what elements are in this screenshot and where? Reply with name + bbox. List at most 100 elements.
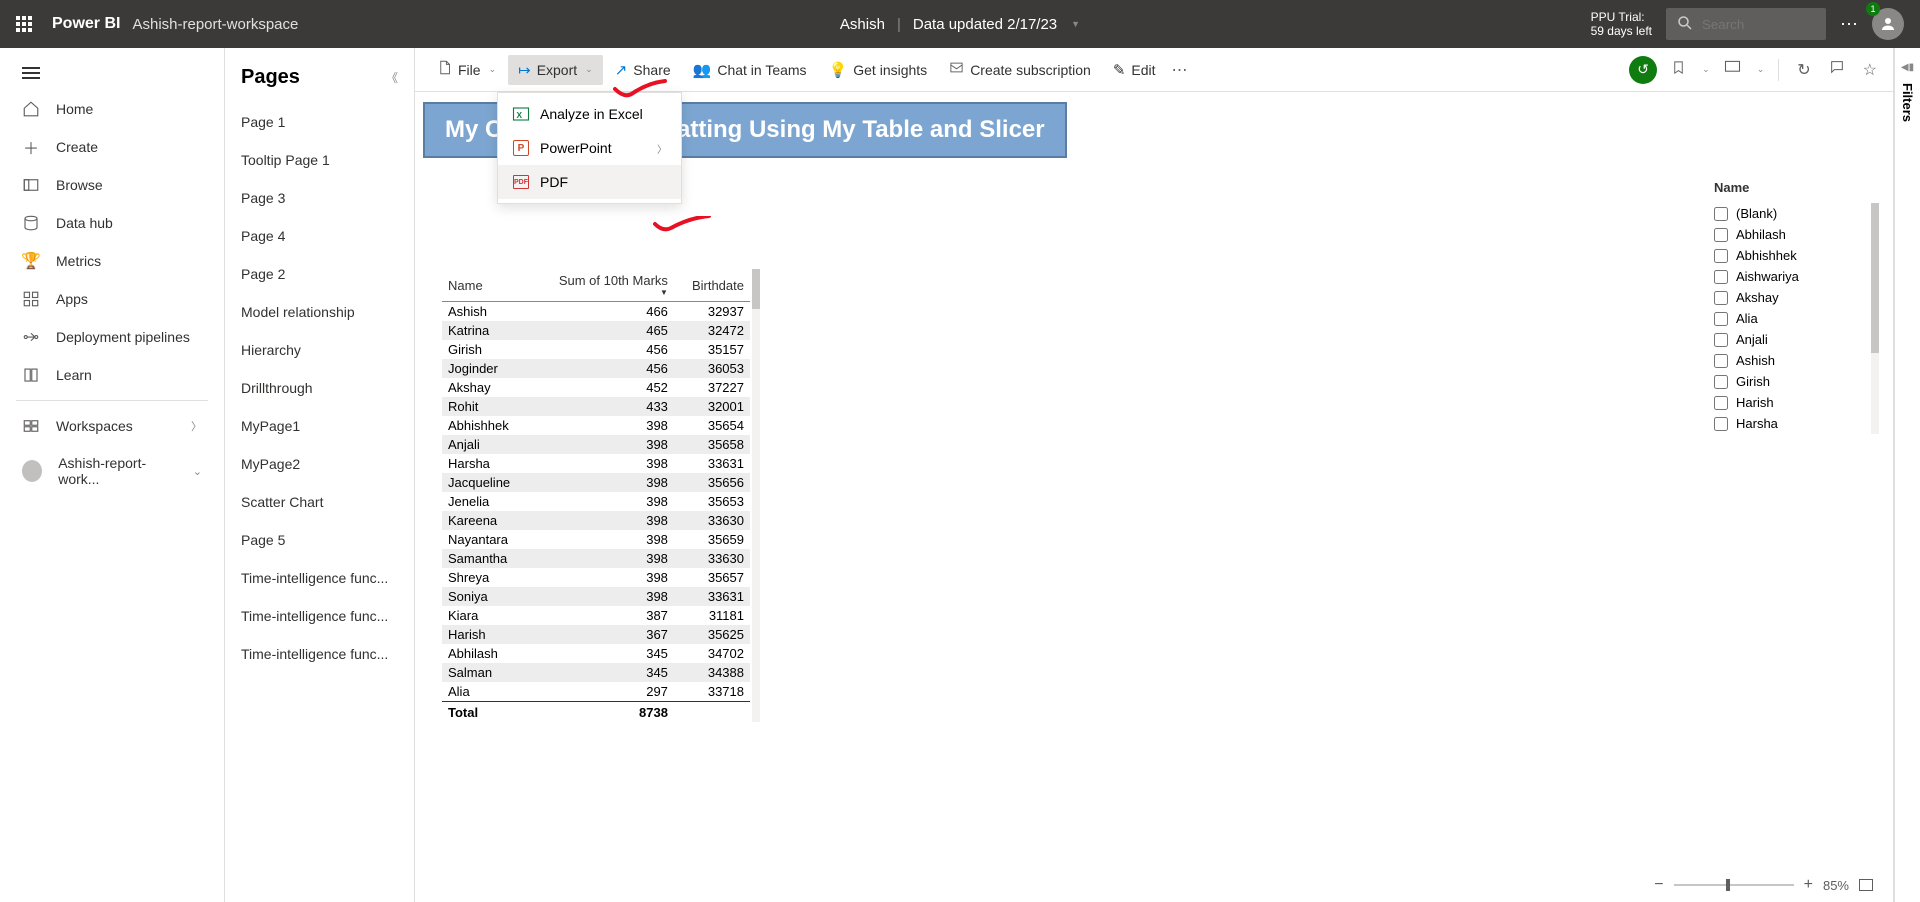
export-powerpoint-item[interactable]: P PowerPoint 〉 xyxy=(498,131,681,165)
table-row[interactable]: Kiara38731181 xyxy=(442,606,750,625)
table-row[interactable]: Soniya39833631 xyxy=(442,587,750,606)
slicer-checkbox[interactable] xyxy=(1714,333,1728,347)
slicer-item[interactable]: Alia xyxy=(1714,308,1869,329)
table-row[interactable]: Abhishhek39835654 xyxy=(442,416,750,435)
table-row[interactable]: Shreya39835657 xyxy=(442,568,750,587)
nav-apps[interactable]: Apps xyxy=(0,280,224,318)
nav-datahub[interactable]: Data hub xyxy=(0,204,224,242)
zoom-in-button[interactable]: + xyxy=(1804,876,1813,894)
page-item[interactable]: MyPage2 xyxy=(225,445,414,483)
table-row[interactable]: Jacqueline39835656 xyxy=(442,473,750,492)
slicer-checkbox[interactable] xyxy=(1714,396,1728,410)
table-row[interactable]: Nayantara39835659 xyxy=(442,530,750,549)
page-item[interactable]: Time-intelligence func... xyxy=(225,635,414,673)
table-row[interactable]: Girish45635157 xyxy=(442,340,750,359)
nav-create[interactable]: ＋Create xyxy=(0,128,224,166)
view-icon[interactable] xyxy=(1720,56,1745,83)
trial-info[interactable]: PPU Trial: 59 days left xyxy=(1591,10,1652,38)
more-options-icon[interactable]: ⋯ xyxy=(1168,56,1192,84)
slicer-checkbox[interactable] xyxy=(1714,291,1728,305)
zoom-out-button[interactable]: − xyxy=(1654,876,1663,894)
table-row[interactable]: Abhilash34534702 xyxy=(442,644,750,663)
page-item[interactable]: Scatter Chart xyxy=(225,483,414,521)
export-excel-item[interactable]: X Analyze in Excel xyxy=(498,97,681,131)
col-birthdate[interactable]: Birthdate xyxy=(674,269,750,302)
slicer-item[interactable]: Anjali xyxy=(1714,329,1869,350)
nav-browse[interactable]: Browse xyxy=(0,166,224,204)
slicer-checkbox[interactable] xyxy=(1714,249,1728,263)
table-row[interactable]: Alia29733718 xyxy=(442,682,750,702)
table-row[interactable]: Ashish46632937 xyxy=(442,302,750,322)
chevron-down-icon[interactable]: ▼ xyxy=(1071,19,1080,29)
slicer-item[interactable]: Ashish xyxy=(1714,350,1869,371)
page-item[interactable]: Page 2 xyxy=(225,255,414,293)
insights-button[interactable]: 💡Get insights xyxy=(819,55,938,85)
fit-page-icon[interactable] xyxy=(1859,879,1873,891)
name-slicer[interactable]: Name (Blank)AbhilashAbhishhekAishwariyaA… xyxy=(1714,180,1869,902)
collapse-pages-icon[interactable]: 《 xyxy=(386,69,398,86)
page-item[interactable]: MyPage1 xyxy=(225,407,414,445)
slicer-item[interactable]: Aishwariya xyxy=(1714,266,1869,287)
table-row[interactable]: Salman34534388 xyxy=(442,663,750,682)
slicer-item[interactable]: Akshay xyxy=(1714,287,1869,308)
slicer-scrollbar[interactable] xyxy=(1871,203,1879,434)
page-item[interactable]: Drillthrough xyxy=(225,369,414,407)
file-button[interactable]: File⌄ xyxy=(427,54,506,85)
col-sum[interactable]: Sum of 10th Marks▼ xyxy=(530,269,674,302)
page-item[interactable]: Tooltip Page 1 xyxy=(225,141,414,179)
slicer-checkbox[interactable] xyxy=(1714,354,1728,368)
table-row[interactable]: Kareena39833630 xyxy=(442,511,750,530)
slicer-checkbox[interactable] xyxy=(1714,417,1728,431)
col-name[interactable]: Name xyxy=(442,269,530,302)
table-row[interactable]: Rohit43332001 xyxy=(442,397,750,416)
nav-current-workspace[interactable]: Ashish-report-work...⌄ xyxy=(0,445,224,497)
nav-workspaces[interactable]: Workspaces〉 xyxy=(0,407,224,445)
page-item[interactable]: Model relationship xyxy=(225,293,414,331)
table-row[interactable]: Samantha39833630 xyxy=(442,549,750,568)
nav-pipelines[interactable]: Deployment pipelines xyxy=(0,318,224,356)
table-row[interactable]: Akshay45237227 xyxy=(442,378,750,397)
notif-wrap[interactable]: 1 xyxy=(1872,8,1904,40)
subscribe-button[interactable]: Create subscription xyxy=(939,54,1101,85)
app-launcher-icon[interactable] xyxy=(16,16,32,32)
table-row[interactable]: Harsha39833631 xyxy=(442,454,750,473)
filters-pane-toggle[interactable]: ◀▮ Filters xyxy=(1894,48,1920,902)
nav-learn[interactable]: Learn xyxy=(0,356,224,394)
export-button[interactable]: ↦Export⌄ xyxy=(508,55,603,85)
table-row[interactable]: Harish36735625 xyxy=(442,625,750,644)
slicer-item[interactable]: Abhishhek xyxy=(1714,245,1869,266)
slicer-checkbox[interactable] xyxy=(1714,270,1728,284)
star-icon[interactable]: ☆ xyxy=(1859,56,1881,84)
slicer-item[interactable]: Harsha xyxy=(1714,413,1869,434)
data-table-visual[interactable]: Name Sum of 10th Marks▼ Birthdate Ashish… xyxy=(441,268,751,723)
slicer-item[interactable]: Girish xyxy=(1714,371,1869,392)
slicer-checkbox[interactable] xyxy=(1714,312,1728,326)
page-item[interactable]: Time-intelligence func... xyxy=(225,559,414,597)
more-icon[interactable]: ⋯ xyxy=(1840,14,1858,35)
slicer-item[interactable]: (Blank) xyxy=(1714,203,1869,224)
nav-metrics[interactable]: 🏆Metrics xyxy=(0,242,224,280)
refresh-icon[interactable]: ↻ xyxy=(1793,56,1814,84)
table-scrollbar[interactable] xyxy=(752,269,760,722)
table-row[interactable]: Joginder45636053 xyxy=(442,359,750,378)
page-item[interactable]: Page 4 xyxy=(225,217,414,255)
slicer-checkbox[interactable] xyxy=(1714,207,1728,221)
chat-teams-button[interactable]: 👥Chat in Teams xyxy=(683,55,817,85)
edit-button[interactable]: ✎Edit xyxy=(1103,55,1166,85)
data-updated-label[interactable]: Data updated 2/17/23 xyxy=(913,16,1057,33)
slicer-checkbox[interactable] xyxy=(1714,228,1728,242)
slicer-item[interactable]: Abhilash xyxy=(1714,224,1869,245)
reset-button[interactable]: ↺ xyxy=(1629,56,1657,84)
zoom-slider[interactable] xyxy=(1674,884,1794,886)
page-item[interactable]: Hierarchy xyxy=(225,331,414,369)
page-item[interactable]: Time-intelligence func... xyxy=(225,597,414,635)
table-row[interactable]: Jenelia39835653 xyxy=(442,492,750,511)
slicer-checkbox[interactable] xyxy=(1714,375,1728,389)
table-row[interactable]: Anjali39835658 xyxy=(442,435,750,454)
global-search[interactable] xyxy=(1666,8,1826,40)
page-item[interactable]: Page 5 xyxy=(225,521,414,559)
comment-icon[interactable] xyxy=(1825,55,1849,84)
slicer-item[interactable]: Harish xyxy=(1714,392,1869,413)
table-row[interactable]: Katrina46532472 xyxy=(442,321,750,340)
search-input[interactable] xyxy=(1702,17,1816,32)
